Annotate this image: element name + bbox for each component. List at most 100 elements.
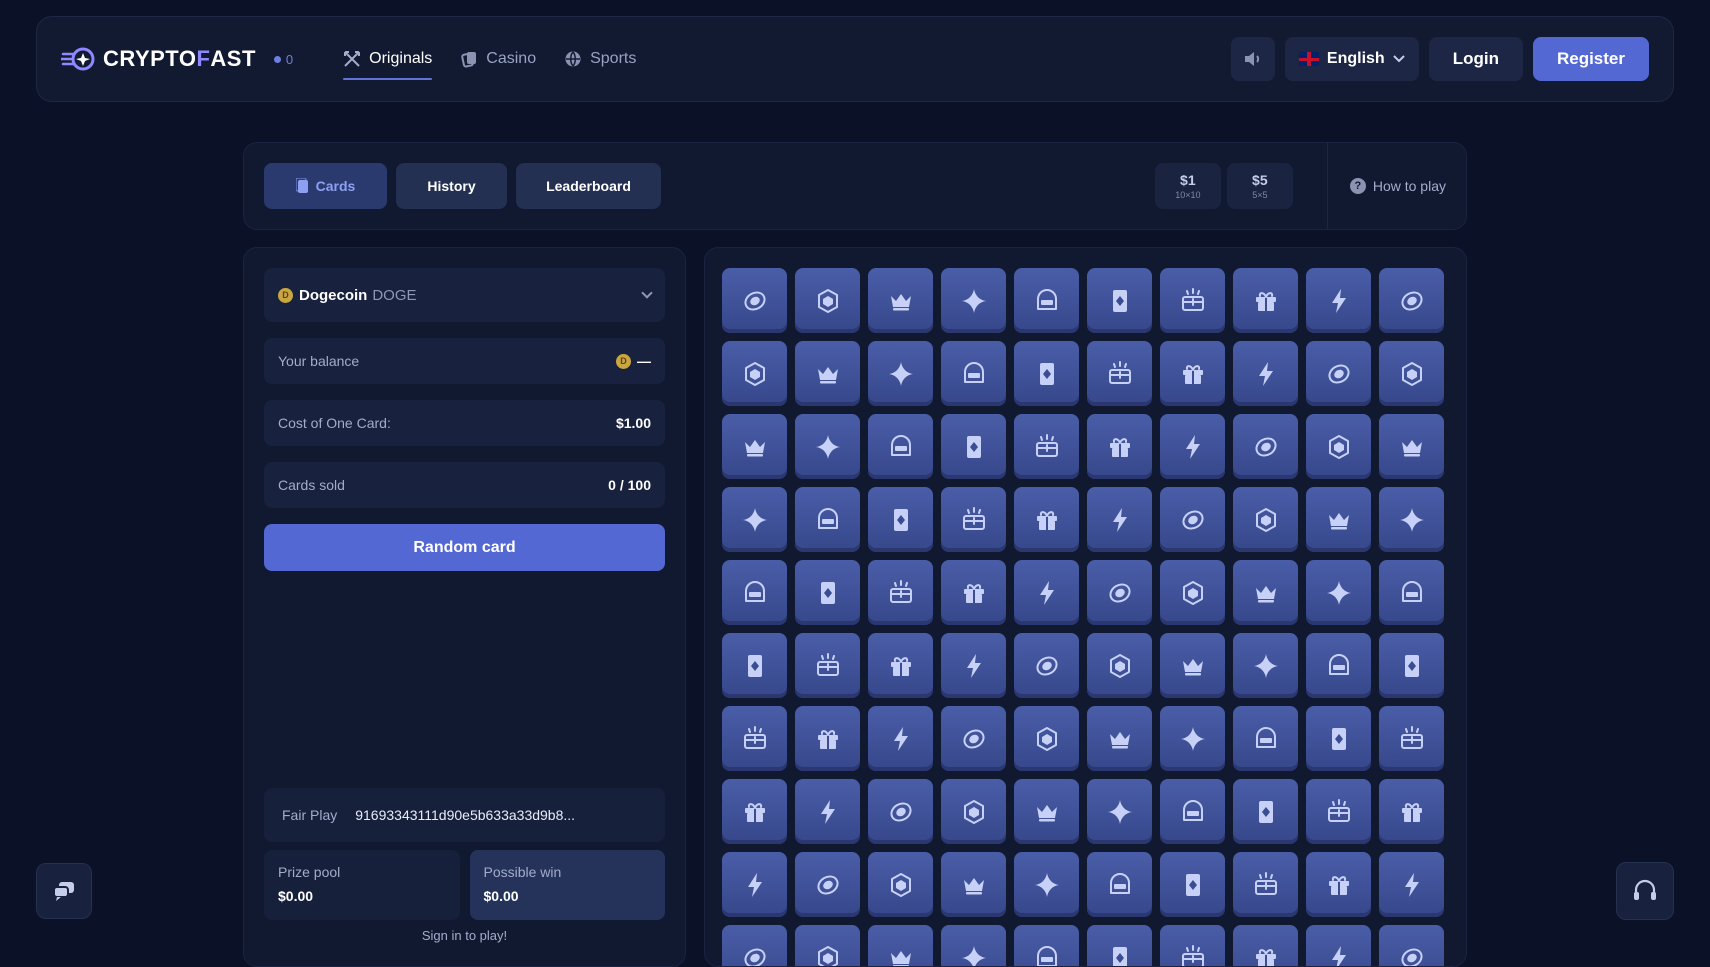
card-tile[interactable] [1087, 779, 1152, 844]
card-tile[interactable] [1379, 852, 1444, 917]
card-tile[interactable] [1160, 633, 1225, 698]
card-tile[interactable] [1233, 852, 1298, 917]
card-tile[interactable] [795, 925, 860, 967]
card-tile[interactable] [722, 779, 787, 844]
card-tile[interactable] [1160, 925, 1225, 967]
card-tile[interactable] [1014, 852, 1079, 917]
card-tile[interactable] [722, 706, 787, 771]
chat-button[interactable] [36, 863, 92, 919]
card-tile[interactable] [1379, 268, 1444, 333]
card-tile[interactable] [1014, 341, 1079, 406]
card-tile[interactable] [1160, 487, 1225, 552]
card-tile[interactable] [1233, 268, 1298, 333]
card-tile[interactable] [795, 268, 860, 333]
card-tile[interactable] [722, 560, 787, 625]
card-tile[interactable] [868, 487, 933, 552]
nav-originals[interactable]: Originals [343, 44, 432, 74]
card-tile[interactable] [1233, 414, 1298, 479]
card-tile[interactable] [1233, 633, 1298, 698]
card-tile[interactable] [868, 414, 933, 479]
tab-history[interactable]: History [396, 163, 507, 209]
card-tile[interactable] [941, 487, 1006, 552]
card-tile[interactable] [868, 560, 933, 625]
card-tile[interactable] [795, 341, 860, 406]
card-tile[interactable] [1306, 779, 1371, 844]
random-card-button[interactable]: Random card [264, 524, 665, 571]
card-tile[interactable] [1233, 560, 1298, 625]
card-tile[interactable] [868, 925, 933, 967]
card-tile[interactable] [795, 560, 860, 625]
card-tile[interactable] [1087, 414, 1152, 479]
tab-leaderboard[interactable]: Leaderboard [516, 163, 661, 209]
card-tile[interactable] [1306, 560, 1371, 625]
card-tile[interactable] [722, 268, 787, 333]
sound-button[interactable] [1231, 37, 1275, 81]
card-tile[interactable] [795, 779, 860, 844]
card-tile[interactable] [1160, 414, 1225, 479]
card-tile[interactable] [1160, 706, 1225, 771]
card-tile[interactable] [941, 925, 1006, 967]
card-tile[interactable] [1160, 779, 1225, 844]
card-tile[interactable] [1306, 268, 1371, 333]
card-tile[interactable] [941, 560, 1006, 625]
card-tile[interactable] [1087, 560, 1152, 625]
card-tile[interactable] [722, 852, 787, 917]
how-to-play-link[interactable]: ? How to play [1327, 142, 1446, 230]
card-tile[interactable] [1306, 341, 1371, 406]
card-tile[interactable] [868, 341, 933, 406]
card-tile[interactable] [1306, 706, 1371, 771]
register-button[interactable]: Register [1533, 37, 1649, 81]
card-tile[interactable] [1233, 487, 1298, 552]
card-tile[interactable] [1087, 487, 1152, 552]
card-tile[interactable] [941, 268, 1006, 333]
card-tile[interactable] [1014, 414, 1079, 479]
card-tile[interactable] [1379, 925, 1444, 967]
card-tile[interactable] [722, 633, 787, 698]
card-tile[interactable] [1306, 633, 1371, 698]
mode-1-dollar[interactable]: $1 10×10 [1155, 163, 1221, 209]
logo[interactable]: CRYPTOFAST [61, 45, 256, 73]
mode-5-dollar[interactable]: $5 5×5 [1227, 163, 1293, 209]
card-tile[interactable] [1379, 706, 1444, 771]
card-tile[interactable] [1014, 487, 1079, 552]
card-tile[interactable] [941, 779, 1006, 844]
card-tile[interactable] [941, 341, 1006, 406]
card-tile[interactable] [1087, 633, 1152, 698]
tab-cards[interactable]: Cards [264, 163, 387, 209]
card-tile[interactable] [1160, 268, 1225, 333]
card-tile[interactable] [941, 706, 1006, 771]
nav-casino[interactable]: Casino [460, 44, 536, 74]
card-tile[interactable] [1160, 341, 1225, 406]
card-tile[interactable] [1306, 852, 1371, 917]
card-tile[interactable] [1379, 779, 1444, 844]
card-tile[interactable] [1014, 779, 1079, 844]
currency-select[interactable]: Dogecoin DOGE [264, 268, 665, 322]
card-tile[interactable] [1087, 852, 1152, 917]
login-button[interactable]: Login [1429, 37, 1523, 81]
card-tile[interactable] [1014, 925, 1079, 967]
card-tile[interactable] [868, 706, 933, 771]
card-tile[interactable] [795, 633, 860, 698]
card-tile[interactable] [1379, 487, 1444, 552]
card-tile[interactable] [1233, 779, 1298, 844]
card-tile[interactable] [1160, 852, 1225, 917]
card-tile[interactable] [868, 852, 933, 917]
card-tile[interactable] [1306, 925, 1371, 967]
card-tile[interactable] [1160, 560, 1225, 625]
card-tile[interactable] [1014, 268, 1079, 333]
card-tile[interactable] [1087, 706, 1152, 771]
card-tile[interactable] [1306, 487, 1371, 552]
card-tile[interactable] [1379, 414, 1444, 479]
card-tile[interactable] [1233, 925, 1298, 967]
card-tile[interactable] [941, 633, 1006, 698]
card-tile[interactable] [1379, 560, 1444, 625]
card-tile[interactable] [1087, 341, 1152, 406]
card-tile[interactable] [722, 414, 787, 479]
card-tile[interactable] [795, 852, 860, 917]
card-tile[interactable] [1233, 341, 1298, 406]
support-button[interactable] [1616, 862, 1674, 920]
card-tile[interactable] [1014, 560, 1079, 625]
language-select[interactable]: English [1285, 37, 1419, 81]
card-tile[interactable] [868, 268, 933, 333]
card-tile[interactable] [1379, 341, 1444, 406]
